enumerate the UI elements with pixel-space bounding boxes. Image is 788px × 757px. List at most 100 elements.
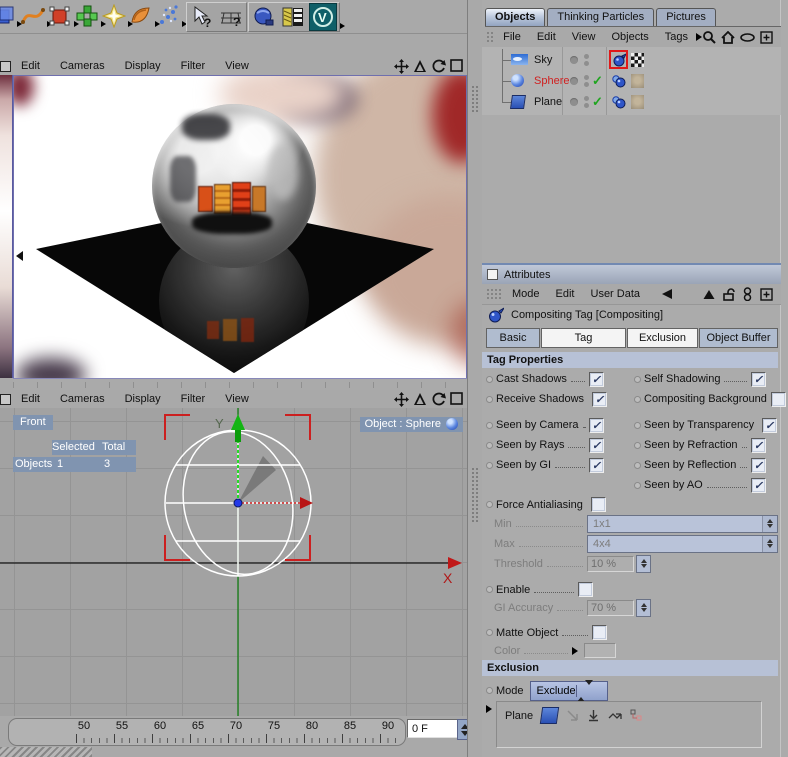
- seen-by-rays-checkbox[interactable]: ✓: [589, 437, 604, 453]
- object-label[interactable]: Plane: [534, 96, 562, 108]
- compositing-background-checkbox[interactable]: [770, 391, 786, 407]
- attr-menu-userdata[interactable]: User Data: [583, 288, 649, 300]
- spline-icon[interactable]: [20, 3, 52, 29]
- compositing-tag-icon[interactable]: [611, 94, 626, 109]
- exclude-flag-icon[interactable]: [587, 709, 600, 722]
- exclude-flag-icon[interactable]: [608, 710, 622, 722]
- compositing-tag-icon[interactable]: [609, 50, 628, 69]
- om-menu-view[interactable]: View: [564, 31, 604, 43]
- pan-icon[interactable]: [394, 58, 409, 74]
- editor-visibility-dot[interactable]: [570, 55, 578, 64]
- texture-tag-icon[interactable]: [630, 73, 645, 88]
- exclude-flag-icon[interactable]: [630, 709, 643, 722]
- texture-tag-icon[interactable]: [630, 94, 645, 109]
- tab-thinking-particles[interactable]: Thinking Particles: [547, 8, 655, 26]
- texture-tag-icon[interactable]: [630, 52, 645, 67]
- render-view-icon[interactable]: [251, 4, 345, 30]
- threshold-spinner[interactable]: [636, 554, 651, 573]
- max-dropdown[interactable]: 4x4: [587, 534, 778, 553]
- maximize-icon[interactable]: [450, 58, 463, 74]
- exclusion-item-plane[interactable]: Plane: [497, 702, 761, 724]
- axis-cross-icon[interactable]: [101, 3, 133, 29]
- render-visibility-dots[interactable]: [584, 74, 589, 87]
- exclude-flag-icon[interactable]: [566, 709, 579, 722]
- receive-shadows-checkbox[interactable]: ✓: [592, 391, 608, 407]
- vp2-menu-filter[interactable]: Filter: [171, 393, 215, 405]
- om-menu-edit[interactable]: Edit: [529, 31, 564, 43]
- cube-icon[interactable]: [0, 3, 22, 29]
- pan-icon[interactable]: [394, 391, 409, 407]
- render-visibility-dots[interactable]: [584, 53, 589, 66]
- vp2-menu-cameras[interactable]: Cameras: [50, 393, 115, 405]
- back-icon[interactable]: [661, 288, 673, 300]
- viewport1-bottom-strip[interactable]: [13, 378, 467, 390]
- threshold-field[interactable]: 10 %: [587, 555, 634, 572]
- om-menu-objects[interactable]: Objects: [603, 31, 656, 43]
- matte-object-checkbox[interactable]: [592, 625, 608, 640]
- resize-grip[interactable]: [0, 747, 92, 757]
- exclusion-list[interactable]: Plane: [496, 701, 762, 748]
- om-menu-file[interactable]: File: [495, 31, 529, 43]
- object-row-sphere[interactable]: Sphere ✓: [482, 70, 781, 91]
- seen-by-ao-checkbox[interactable]: ✓: [751, 477, 766, 493]
- render-viewport[interactable]: [13, 75, 467, 379]
- history-icon[interactable]: [743, 287, 752, 301]
- divider-grip[interactable]: [471, 467, 479, 523]
- seen-by-camera-checkbox[interactable]: ✓: [589, 417, 604, 433]
- front-viewport[interactable]: Y X Front Selected Total Objects 1 3 Obj…: [0, 408, 467, 716]
- array-icon[interactable]: [74, 3, 106, 29]
- seen-by-gi-checkbox[interactable]: ✓: [589, 457, 604, 473]
- seen-by-reflection-checkbox[interactable]: ✓: [751, 457, 766, 473]
- expand-color-icon[interactable]: [572, 646, 579, 655]
- dolly-icon[interactable]: [413, 392, 427, 407]
- search-icon[interactable]: [702, 30, 716, 44]
- vp1-menu-edit[interactable]: Edit: [11, 60, 50, 72]
- object-label[interactable]: Sky: [534, 54, 552, 66]
- maximize-icon[interactable]: [450, 391, 463, 407]
- seen-by-refraction-checkbox[interactable]: ✓: [751, 437, 766, 453]
- enabled-check[interactable]: ✓: [592, 73, 603, 89]
- add-panel-icon[interactable]: [760, 287, 773, 301]
- color-swatch[interactable]: [584, 643, 617, 658]
- tab-tag[interactable]: Tag: [541, 328, 626, 348]
- gi-accuracy-spinner[interactable]: [636, 598, 651, 617]
- lock-icon[interactable]: [723, 287, 735, 301]
- menubar-grip[interactable]: [486, 287, 502, 301]
- expand-exclusion-list-icon[interactable]: [486, 705, 492, 713]
- editor-visibility-dot[interactable]: [570, 97, 578, 106]
- vp1-menu-view[interactable]: View: [215, 60, 259, 72]
- timeline-ruler[interactable]: 50 55 60 65 70 75 80 85 90: [8, 718, 406, 746]
- panel-pin-icon[interactable]: [487, 269, 498, 280]
- attr-menu-edit[interactable]: Edit: [548, 288, 583, 300]
- menubar-grip[interactable]: [486, 30, 494, 44]
- gi-accuracy-field[interactable]: 70 %: [587, 599, 634, 616]
- render-settings-icon[interactable]: [280, 4, 306, 30]
- help-cursor-icon[interactable]: ?: [189, 4, 215, 30]
- shell-icon[interactable]: [128, 3, 160, 29]
- om-menu-tags[interactable]: Tags: [657, 31, 696, 43]
- tab-objects[interactable]: Objects: [485, 8, 546, 26]
- tab-pictures[interactable]: Pictures: [656, 8, 716, 26]
- vray-icon[interactable]: V: [309, 3, 337, 31]
- vp2-menu-view[interactable]: View: [215, 393, 259, 405]
- up-icon[interactable]: [703, 289, 715, 300]
- dolly-icon[interactable]: [413, 59, 427, 74]
- vp1-menu-display[interactable]: Display: [115, 60, 171, 72]
- object-label-selected[interactable]: Sphere: [534, 75, 569, 87]
- vp2-menu-edit[interactable]: Edit: [11, 393, 50, 405]
- self-shadowing-checkbox[interactable]: ✓: [751, 371, 766, 387]
- min-dropdown[interactable]: 1x1: [587, 514, 778, 533]
- enable-checkbox[interactable]: [578, 582, 594, 597]
- exclusion-mode-dropdown[interactable]: Exclude: [529, 679, 608, 702]
- object-row-sky[interactable]: Sky: [482, 49, 781, 70]
- add-panel-icon[interactable]: [760, 30, 773, 44]
- visibility-icon[interactable]: [740, 32, 755, 42]
- render-visibility-dots[interactable]: [584, 95, 589, 108]
- rotate-icon[interactable]: [431, 59, 446, 74]
- home-icon[interactable]: [721, 30, 735, 44]
- enabled-check[interactable]: ✓: [592, 94, 603, 110]
- attr-menu-mode[interactable]: Mode: [504, 288, 548, 300]
- vp1-menu-cameras[interactable]: Cameras: [50, 60, 115, 72]
- vp2-menu-display[interactable]: Display: [115, 393, 171, 405]
- tab-basic[interactable]: Basic: [486, 328, 540, 348]
